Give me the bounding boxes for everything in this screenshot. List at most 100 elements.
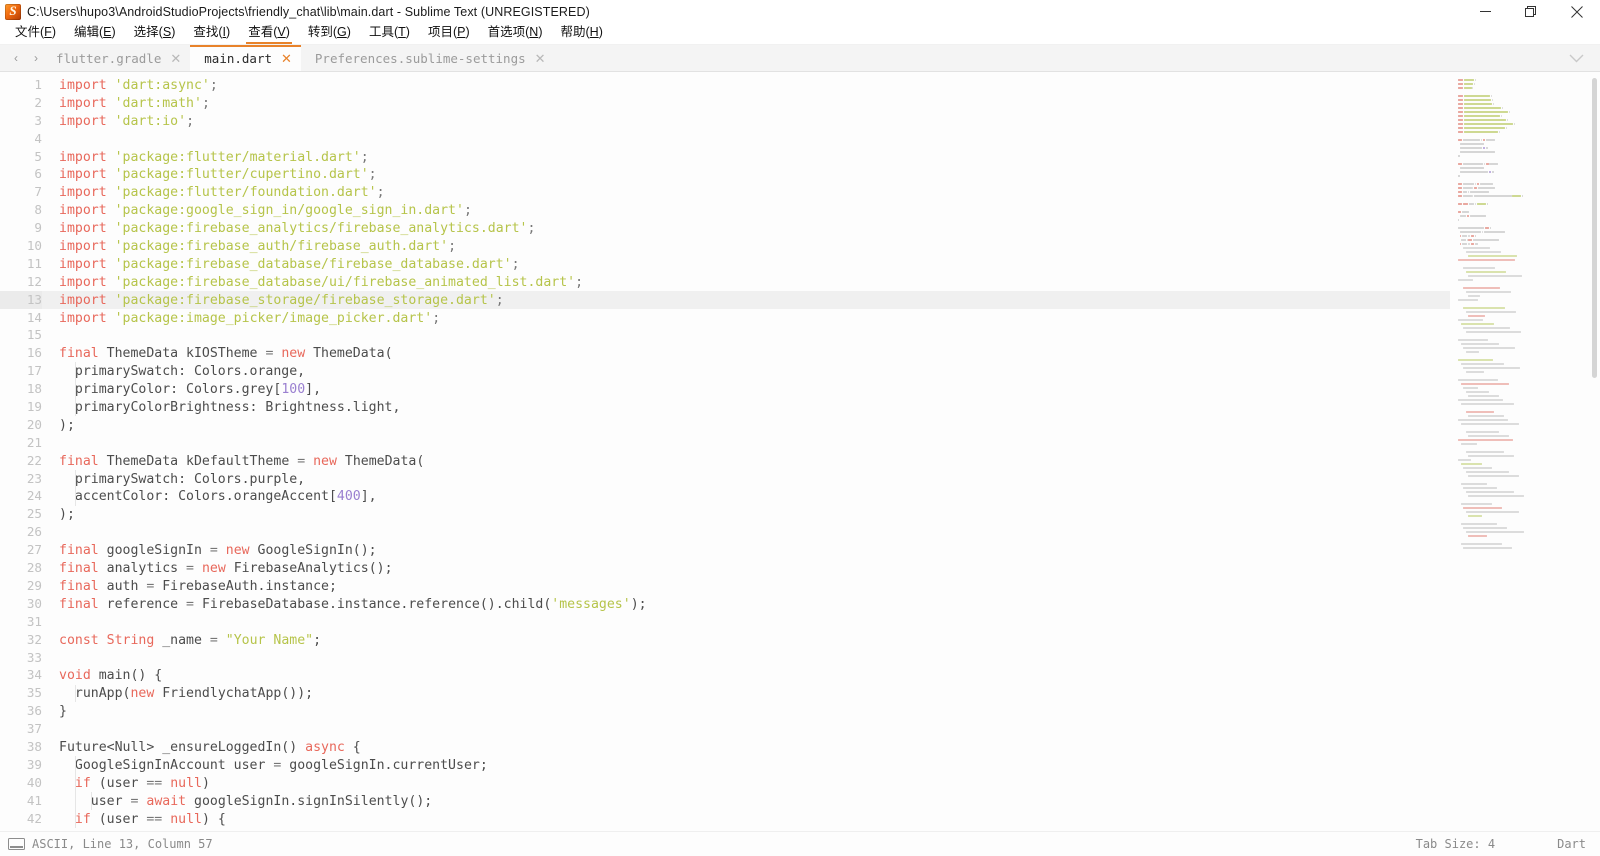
line-number: 25 [26, 506, 42, 522]
cursor-position[interactable]: ASCII, Line 13, Column 57 [32, 837, 213, 851]
line-number: 41 [26, 792, 42, 808]
chevron-down-icon[interactable] [1569, 52, 1584, 65]
line-number: 14 [26, 309, 42, 325]
status-bar: ASCII, Line 13, Column 57 Tab Size: 4 Da… [0, 831, 1600, 856]
line-source: import 'package:firebase_auth/firebase_a… [59, 239, 457, 255]
code-line[interactable]: 8 import 'package:google_sign_in/google_s… [0, 201, 1450, 219]
code-line[interactable]: 20); [0, 416, 1450, 434]
line-number: 40 [26, 774, 42, 790]
code-line[interactable]: 10 import 'package:firebase_auth/firebase… [0, 237, 1450, 255]
code-line[interactable]: 25); [0, 505, 1450, 523]
code-line[interactable]: 7 import 'package:flutter/foundation.dart… [0, 183, 1450, 201]
code-line[interactable]: 24 accentColor: Colors.orangeAccent[400]… [0, 487, 1450, 505]
tab-size-indicator[interactable]: Tab Size: 4 [1416, 837, 1495, 851]
code-minimap[interactable] [1450, 72, 1600, 831]
tab-close-icon[interactable]: ✕ [170, 52, 181, 65]
code-line[interactable]: 6 import 'package:flutter/cupertino.dart'… [0, 165, 1450, 183]
code-line[interactable]: 37 [0, 720, 1450, 738]
line-source: if (user == null) { [74, 811, 226, 827]
code-line[interactable]: 31 [0, 613, 1450, 631]
line-number: 31 [26, 613, 42, 629]
line-source: import 'package:flutter/cupertino.dart'; [59, 167, 377, 183]
line-number: 12 [26, 273, 42, 289]
code-line[interactable]: 22 final ThemeData kDefaultTheme = new Th… [0, 452, 1450, 470]
menu-view[interactable]: 查看(V) [239, 23, 299, 44]
line-source: primaryColor: Colors.grey[100], [59, 382, 322, 398]
code-line[interactable]: 29 final auth = FirebaseAuth.instance; [0, 577, 1450, 595]
code-line[interactable]: 13 import 'package:firebase_storage/fireb… [0, 290, 1450, 309]
tab-preferences-sublime-settings[interactable]: Preferences.sublime-settings ✕ [301, 45, 555, 71]
code-line[interactable]: 5 import 'package:flutter/material.dart'; [0, 148, 1450, 166]
line-source: import 'package:firebase_database/fireba… [59, 256, 520, 272]
menu-tools[interactable]: 工具(T) [360, 23, 419, 44]
tab-close-icon[interactable]: ✕ [535, 52, 546, 65]
code-line[interactable]: 18 primaryColor: Colors.grey[100], [0, 380, 1450, 398]
code-line[interactable]: 41 user = await googleSignIn.signInSilen… [0, 792, 1450, 810]
sublime-text-window: C:\Users\hupo3\AndroidStudioProjects\fri… [0, 0, 1600, 856]
line-source: user = await googleSignIn.signInSilently… [59, 793, 433, 809]
code-line[interactable]: 34 void main() { [0, 666, 1450, 684]
menu-file[interactable]: 文件(F) [6, 23, 65, 44]
line-number: 36 [26, 703, 42, 719]
code-line[interactable]: 9 import 'package:firebase_analytics/fire… [0, 219, 1450, 237]
close-button[interactable] [1554, 0, 1600, 23]
line-source: ); [59, 417, 75, 433]
tab-flutter-gradle[interactable]: flutter.gradle ✕ [42, 45, 190, 71]
code-line[interactable]: 19 primaryColorBrightness: Brightness.li… [0, 398, 1450, 416]
line-source: accentColor: Colors.orangeAccent[400], [59, 489, 377, 505]
code-line[interactable]: 32 const String _name = "Your Name"; [0, 631, 1450, 649]
code-line[interactable]: 33 [0, 649, 1450, 667]
code-line[interactable]: 35 runApp(new FriendlychatApp()); [0, 684, 1450, 702]
line-source: Future<Null> _ensureLoggedIn() async { [59, 739, 361, 755]
menu-goto[interactable]: 转到(G) [299, 23, 360, 44]
code-line[interactable]: 30 final reference = FirebaseDatabase.ins… [0, 595, 1450, 613]
code-line[interactable]: 42 if (user == null) { [0, 810, 1450, 828]
code-line[interactable]: 11 import 'package:firebase_database/fire… [0, 255, 1450, 273]
line-source: primaryColorBrightness: Brightness.light… [59, 400, 401, 416]
menu-find[interactable]: 查找(I) [184, 23, 239, 44]
menu-project[interactable]: 项目(P) [419, 23, 479, 44]
tab-close-icon[interactable]: ✕ [281, 52, 292, 65]
line-number: 8 [34, 202, 42, 218]
line-number: 26 [26, 524, 42, 540]
line-source: const String _name = "Your Name"; [59, 632, 322, 648]
tab-label: Preferences.sublime-settings [314, 50, 526, 66]
nav-forward-icon[interactable]: › [34, 52, 38, 64]
indent-guide [74, 756, 76, 828]
code-line[interactable]: 1 import 'dart:async'; [0, 76, 1450, 94]
maximize-restore-button[interactable] [1508, 0, 1554, 23]
code-line[interactable]: 16 final ThemeData kIOSTheme = new ThemeD… [0, 344, 1450, 362]
code-line[interactable]: 23 primarySwatch: Colors.purple, [0, 470, 1450, 488]
code-line[interactable]: 15 [0, 326, 1450, 344]
line-number: 7 [34, 184, 42, 200]
line-number: 13 [0, 290, 42, 309]
nav-back-icon[interactable]: ‹ [14, 52, 18, 64]
line-number: 30 [26, 595, 42, 611]
code-line[interactable]: 14 import 'package:image_picker/image_pic… [0, 309, 1450, 327]
code-line[interactable]: 38 Future<Null> _ensureLoggedIn() async { [0, 738, 1450, 756]
code-line[interactable]: 12 import 'package:firebase_database/ui/f… [0, 273, 1450, 291]
menu-help[interactable]: 帮助(H) [552, 23, 612, 44]
code-line[interactable]: 36} [0, 702, 1450, 720]
code-line[interactable]: 4 [0, 130, 1450, 148]
minimize-button[interactable] [1462, 0, 1508, 23]
tab-main-dart[interactable]: main.dart ✕ [190, 45, 301, 71]
code-line[interactable]: 21 [0, 434, 1450, 452]
code-line[interactable]: 2 import 'dart:math'; [0, 94, 1450, 112]
code-viewport[interactable]: 1 import 'dart:async'; 2 import 'dart:math'… [0, 72, 1450, 831]
menu-select[interactable]: 选择(S) [125, 23, 185, 44]
menu-preferences[interactable]: 首选项(N) [479, 23, 552, 44]
code-line[interactable]: 17 primarySwatch: Colors.orange, [0, 362, 1450, 380]
code-line[interactable]: 27 final googleSignIn = new GoogleSignIn(… [0, 541, 1450, 559]
code-line[interactable]: 26 [0, 523, 1450, 541]
code-line[interactable]: 28 final analytics = new FirebaseAnalytic… [0, 559, 1450, 577]
code-line[interactable]: 39 GoogleSignInAccount user = googleSign… [0, 756, 1450, 774]
vertical-scrollbar[interactable] [1590, 72, 1598, 831]
code-line[interactable]: 3 import 'dart:io'; [0, 112, 1450, 130]
scrollbar-thumb[interactable] [1592, 78, 1597, 378]
code-lines[interactable]: 1 import 'dart:async'; 2 import 'dart:math'… [0, 76, 1450, 828]
syntax-indicator[interactable]: Dart [1557, 837, 1586, 851]
code-line[interactable]: 40 if (user == null) [0, 774, 1450, 792]
line-source: ); [59, 507, 75, 523]
menu-edit[interactable]: 编辑(E) [65, 23, 125, 44]
